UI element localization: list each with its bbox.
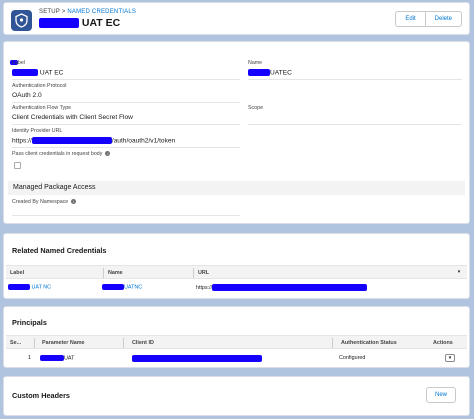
column-header-authentication-status[interactable]: Authentication Status <box>341 340 397 346</box>
principal-row-status: Configured <box>339 355 366 361</box>
related-row-url: https:// <box>196 284 368 291</box>
field-auth-protocol-label: Authentication Protocol <box>12 83 67 89</box>
column-header-url[interactable]: URL <box>198 270 209 276</box>
redacted-text <box>12 69 38 76</box>
field-idp-url-label: Identity Provider URL <box>12 128 63 134</box>
principals-section-title: Principals <box>12 318 47 327</box>
column-header-client-id[interactable]: Client ID <box>132 340 154 346</box>
detail-card: Label UAT EC Name UATEC Authentication P… <box>3 41 470 224</box>
principals-card: Principals Se... Parameter Name Client I… <box>3 306 470 368</box>
related-table-header: Label Name URL ▾ <box>6 265 467 279</box>
field-label-label: Label <box>10 60 25 66</box>
principals-table-header: Se... Parameter Name Client ID Authentic… <box>6 335 467 349</box>
field-name-label: Name <box>248 60 263 66</box>
redacted-text <box>31 137 112 144</box>
chevron-down-icon: ▾ <box>448 355 452 361</box>
field-auth-flow-value: Client Credentials with Client Secret Fl… <box>12 114 133 121</box>
record-header: SETUP > NAMED CREDENTIALS UAT EC Edit De… <box>3 2 470 35</box>
redacted-text <box>39 18 79 29</box>
redacted-text <box>212 284 368 291</box>
breadcrumb: SETUP > NAMED CREDENTIALS <box>39 9 137 15</box>
row-actions-dropdown[interactable]: ▾ <box>445 354 455 362</box>
column-header-parameter-name[interactable]: Parameter Name <box>42 340 85 346</box>
field-pass-credentials-label: Pass client credentials in request body i <box>12 151 111 157</box>
redacted-text <box>102 284 124 290</box>
info-icon[interactable]: i <box>105 151 111 157</box>
field-name-value: UATEC <box>248 69 292 76</box>
column-header-name[interactable]: Name <box>108 270 123 276</box>
chevron-down-icon[interactable]: ▾ <box>454 269 464 277</box>
redacted-text <box>8 284 30 290</box>
field-auth-protocol-value: OAuth 2.0 <box>12 92 42 99</box>
related-row-label-link[interactable]: UAT NC <box>8 284 51 290</box>
principal-row-sequence: 1 <box>28 355 31 361</box>
field-created-by-namespace-label: Created By Namespace i <box>12 199 77 205</box>
column-header-sequence[interactable]: Se... <box>10 340 21 346</box>
breadcrumb-named-credentials-link[interactable]: NAMED CREDENTIALS <box>67 9 136 15</box>
edit-button[interactable]: Edit <box>395 11 426 27</box>
redacted-text <box>248 69 270 76</box>
header-button-group: Edit Delete <box>395 11 462 27</box>
named-credential-icon <box>11 10 32 31</box>
column-header-actions[interactable]: Actions <box>433 340 453 346</box>
principal-row-parameter-name: UAT <box>40 355 74 361</box>
page-title: UAT EC <box>39 17 120 29</box>
custom-headers-section-title: Custom Headers <box>12 391 70 400</box>
field-label-value: UAT EC <box>12 69 63 76</box>
related-section-title: Related Named Credentials <box>12 246 107 255</box>
redacted-text <box>40 355 64 361</box>
field-auth-flow-label: Authentication Flow Type <box>12 105 72 111</box>
info-icon[interactable]: i <box>71 199 77 205</box>
redacted-text <box>132 355 262 362</box>
delete-button[interactable]: Delete <box>425 11 462 27</box>
managed-package-section-header[interactable]: Managed Package Access <box>8 181 465 195</box>
principal-row-client-id <box>132 355 262 362</box>
field-idp-url-value: https:///auth/oauth2/v1/token <box>12 137 176 145</box>
pass-credentials-checkbox <box>14 162 21 169</box>
related-named-credentials-card: Related Named Credentials Label Name URL… <box>3 233 470 299</box>
column-header-label[interactable]: Label <box>10 270 24 276</box>
field-scope-label: Scope <box>248 105 264 111</box>
custom-headers-card: Custom Headers New <box>3 376 470 416</box>
related-row-name-link[interactable]: UATNC <box>102 284 142 290</box>
new-custom-header-button[interactable]: New <box>425 387 456 403</box>
